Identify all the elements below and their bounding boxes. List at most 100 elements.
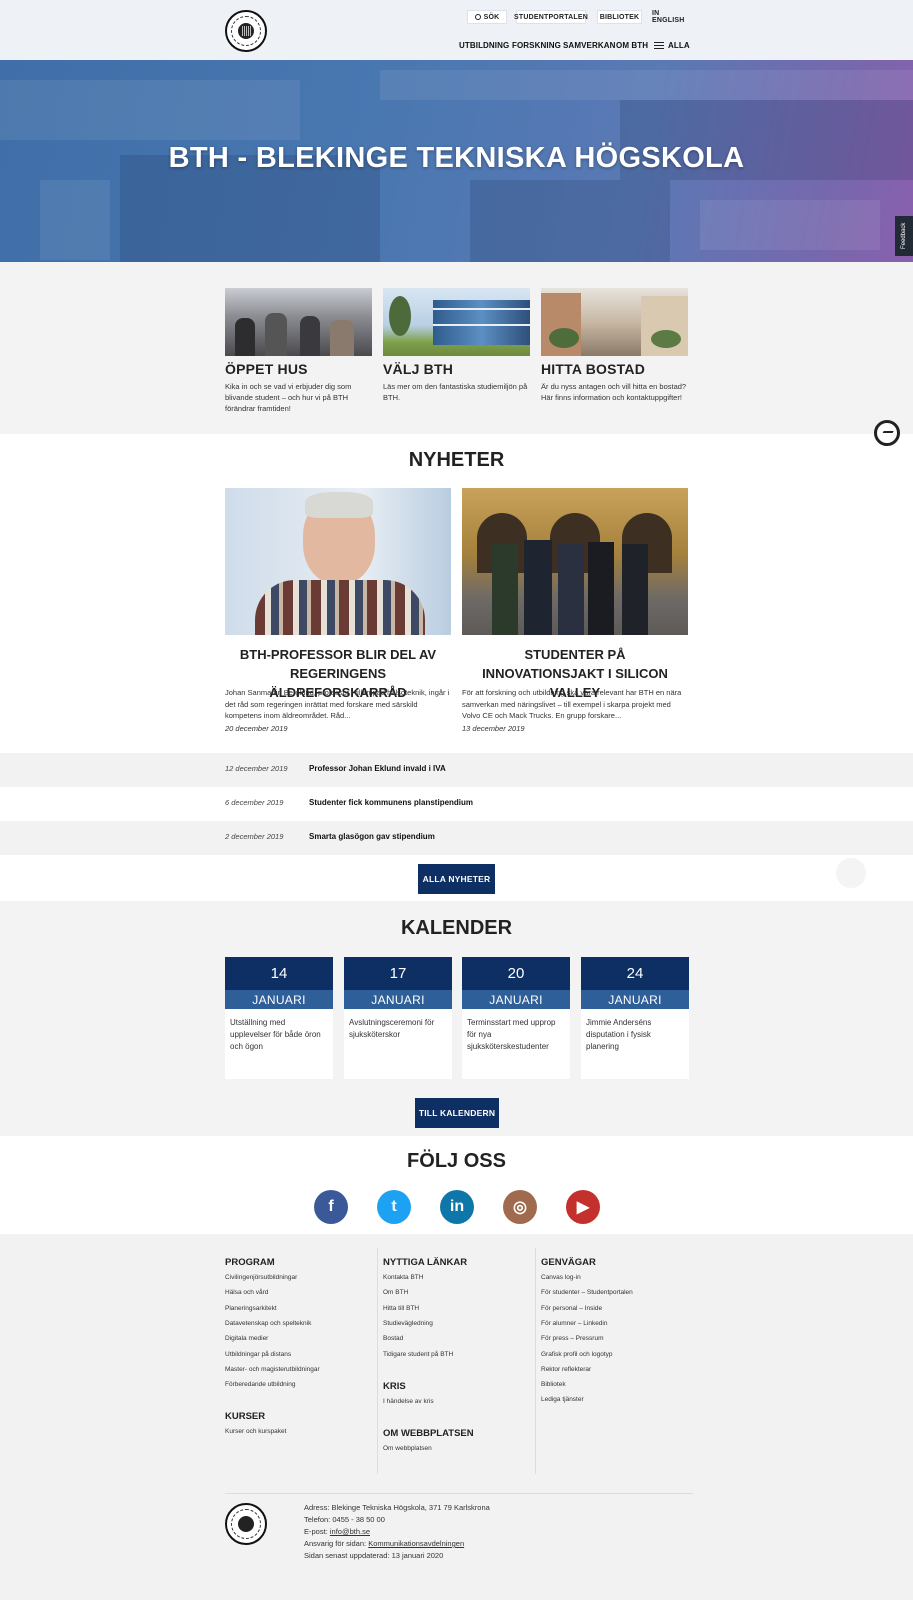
- nav-om-bth[interactable]: OM BTH: [616, 41, 648, 50]
- menu-all-label: ALLA: [668, 41, 690, 50]
- footer-link[interactable]: Om webbplatsen: [383, 1445, 432, 1452]
- footer-divider: [535, 1248, 536, 1474]
- footer-link[interactable]: Utbildningar på distans: [225, 1351, 291, 1358]
- footer-phone: Telefon: 0455 - 38 50 00: [304, 1515, 385, 1524]
- footer-link[interactable]: Studievägledning: [383, 1320, 433, 1327]
- footer-responsible-row: Ansvarig för sidan: Kommunikationsavdeln…: [304, 1539, 464, 1548]
- calendar-button[interactable]: TILL KALENDERN: [415, 1098, 499, 1128]
- footer-responsible-link[interactable]: Kommunikationsavdelningen: [368, 1539, 464, 1548]
- calendar-event-card[interactable]: 24 JANUARI Jimmie Anderséns disputation …: [581, 957, 689, 1079]
- twitter-icon[interactable]: t: [377, 1190, 411, 1224]
- footer-link[interactable]: I händelse av kris: [383, 1398, 434, 1405]
- news-image-students[interactable]: [462, 488, 688, 635]
- footer-link[interactable]: Digitala medier: [225, 1335, 268, 1342]
- news-date: 13 december 2019: [462, 724, 525, 733]
- footer-link[interactable]: Planeringsarkitekt: [225, 1305, 277, 1312]
- site-header: SÖK STUDENTPORTALEN BIBLIOTEK IN ENGLISH…: [0, 0, 913, 60]
- calendar-section: KALENDER 14 JANUARI Utställning med uppl…: [0, 901, 913, 1136]
- hero-title: BTH - BLEKINGE TEKNISKA HÖGSKOLA: [168, 142, 745, 174]
- event-title: Avslutningsceremoni för sjuksköterskor: [349, 1018, 435, 1039]
- bth-logo[interactable]: [225, 10, 267, 52]
- promo-text: Läs mer om den fantastiska studiemiljön …: [383, 382, 528, 402]
- footer-link[interactable]: Canvas log-in: [541, 1274, 581, 1281]
- calendar-event-card[interactable]: 17 JANUARI Avslutningsceremoni för sjuks…: [344, 957, 452, 1079]
- facebook-icon[interactable]: f: [314, 1190, 348, 1224]
- event-title: Utställning med upplevelser för både öro…: [230, 1018, 321, 1051]
- footer-divider: [377, 1248, 378, 1474]
- news-list-item[interactable]: 6 december 2019 Studenter fick kommunens…: [0, 787, 913, 821]
- search-icon: [474, 14, 481, 20]
- news-list-title[interactable]: Professor Johan Eklund invald i IVA: [309, 764, 446, 773]
- footer-updated: Sidan senast uppdaterad: 13 januari 2020: [304, 1551, 444, 1560]
- news-date: 20 december 2019: [225, 724, 288, 733]
- follow-heading: FÖLJ OSS: [407, 1150, 506, 1172]
- news-list-item[interactable]: 2 december 2019 Smarta glasögon gav stip…: [0, 821, 913, 855]
- menu-all-button[interactable]: ALLA: [654, 41, 690, 50]
- scroll-top-icon[interactable]: [836, 858, 866, 888]
- footer-email-label: E-post:: [304, 1527, 328, 1536]
- news-list-date: 12 december 2019: [225, 764, 288, 773]
- calendar-event-card[interactable]: 20 JANUARI Terminsstart med upprop för n…: [462, 957, 570, 1079]
- promo-section: ÖPPET HUS Kika in och se vad vi erbjuder…: [0, 262, 913, 434]
- news-list-title[interactable]: Smarta glasögon gav stipendium: [309, 832, 435, 841]
- news-list-title[interactable]: Studenter fick kommunens planstipendium: [309, 798, 473, 807]
- footer-link[interactable]: Förberedande utbildning: [225, 1381, 295, 1388]
- calendar-heading: KALENDER: [400, 917, 513, 939]
- footer-link[interactable]: För alumner – Linkedin: [541, 1320, 607, 1327]
- footer-link[interactable]: Master- och magisterutbildningar: [225, 1366, 320, 1373]
- footer-link[interactable]: Civilingenjörsutbildningar: [225, 1274, 297, 1281]
- library-link[interactable]: BIBLIOTEK: [597, 10, 642, 24]
- footer-link[interactable]: Bibliotek: [541, 1381, 566, 1388]
- promo-card-valj-bth[interactable]: VÄLJ BTH Läs mer om den fantastiska stud…: [383, 288, 530, 403]
- footer-heading-program: PROGRAM: [225, 1257, 275, 1268]
- footer-email-link[interactable]: info@bth.se: [330, 1527, 370, 1536]
- nav-forskning[interactable]: FORSKNING: [512, 41, 561, 50]
- footer-link[interactable]: För personal – Inside: [541, 1305, 602, 1312]
- footer-link[interactable]: Lediga tjänster: [541, 1396, 584, 1403]
- english-link[interactable]: IN ENGLISH: [652, 10, 692, 24]
- footer-link[interactable]: Hälsa och vård: [225, 1289, 268, 1296]
- footer-link[interactable]: Kontakta BTH: [383, 1274, 423, 1281]
- news-list-item[interactable]: 12 december 2019 Professor Johan Eklund …: [0, 753, 913, 787]
- footer-link[interactable]: Tidigare student på BTH: [383, 1351, 453, 1358]
- student-portal-link[interactable]: STUDENTPORTALEN: [514, 10, 588, 24]
- news-heading: NYHETER: [408, 449, 505, 471]
- footer-link[interactable]: För studenter – Studentportalen: [541, 1289, 633, 1296]
- footer-link[interactable]: Datavetenskap och spelteknik: [225, 1320, 311, 1327]
- footer-link[interactable]: Kurser och kurspaket: [225, 1428, 286, 1435]
- promo-card-oppet-hus[interactable]: ÖPPET HUS Kika in och se vad vi erbjuder…: [225, 288, 372, 414]
- youtube-icon[interactable]: ▶: [566, 1190, 600, 1224]
- event-month: JANUARI: [225, 990, 333, 1009]
- promo-title: HITTA BOSTAD: [541, 361, 646, 377]
- feedback-tab[interactable]: Feedback: [895, 216, 913, 256]
- nav-utbildning[interactable]: UTBILDNING: [459, 41, 509, 50]
- promo-title: VÄLJ BTH: [383, 361, 454, 377]
- footer-link[interactable]: Om BTH: [383, 1289, 408, 1296]
- chat-icon[interactable]: [874, 420, 900, 446]
- footer-heading-kurser: KURSER: [225, 1411, 266, 1422]
- linkedin-icon[interactable]: in: [440, 1190, 474, 1224]
- news-excerpt: Johan Sanmartin Berglund, professor i ti…: [225, 688, 450, 720]
- event-month: JANUARI: [581, 990, 689, 1009]
- promo-image-building: [383, 288, 530, 356]
- event-day: 24: [581, 957, 689, 990]
- instagram-icon[interactable]: ◎: [503, 1190, 537, 1224]
- footer-link[interactable]: Grafisk profil och logotyp: [541, 1351, 613, 1358]
- event-month: JANUARI: [344, 990, 452, 1009]
- all-news-button[interactable]: ALLA NYHETER: [418, 864, 495, 894]
- event-day: 20: [462, 957, 570, 990]
- nav-samverkan[interactable]: SAMVERKAN: [563, 41, 615, 50]
- promo-card-hitta-bostad[interactable]: HITTA BOSTAD Är du nyss antagen och vill…: [541, 288, 688, 403]
- search-button[interactable]: SÖK: [467, 10, 507, 24]
- footer-link[interactable]: Bostad: [383, 1335, 403, 1342]
- promo-image-crowd: [225, 288, 372, 356]
- footer-link[interactable]: Rektor reflekterar: [541, 1366, 591, 1373]
- footer-link[interactable]: För press – Pressrum: [541, 1335, 604, 1342]
- news-image-professor[interactable]: [225, 488, 451, 635]
- footer-link[interactable]: Hitta till BTH: [383, 1305, 419, 1312]
- news-list-date: 2 december 2019: [225, 832, 284, 841]
- event-month: JANUARI: [462, 990, 570, 1009]
- news-list-date: 6 december 2019: [225, 798, 284, 807]
- footer-email-row: E-post: info@bth.se: [304, 1527, 370, 1536]
- calendar-event-card[interactable]: 14 JANUARI Utställning med upplevelser f…: [225, 957, 333, 1079]
